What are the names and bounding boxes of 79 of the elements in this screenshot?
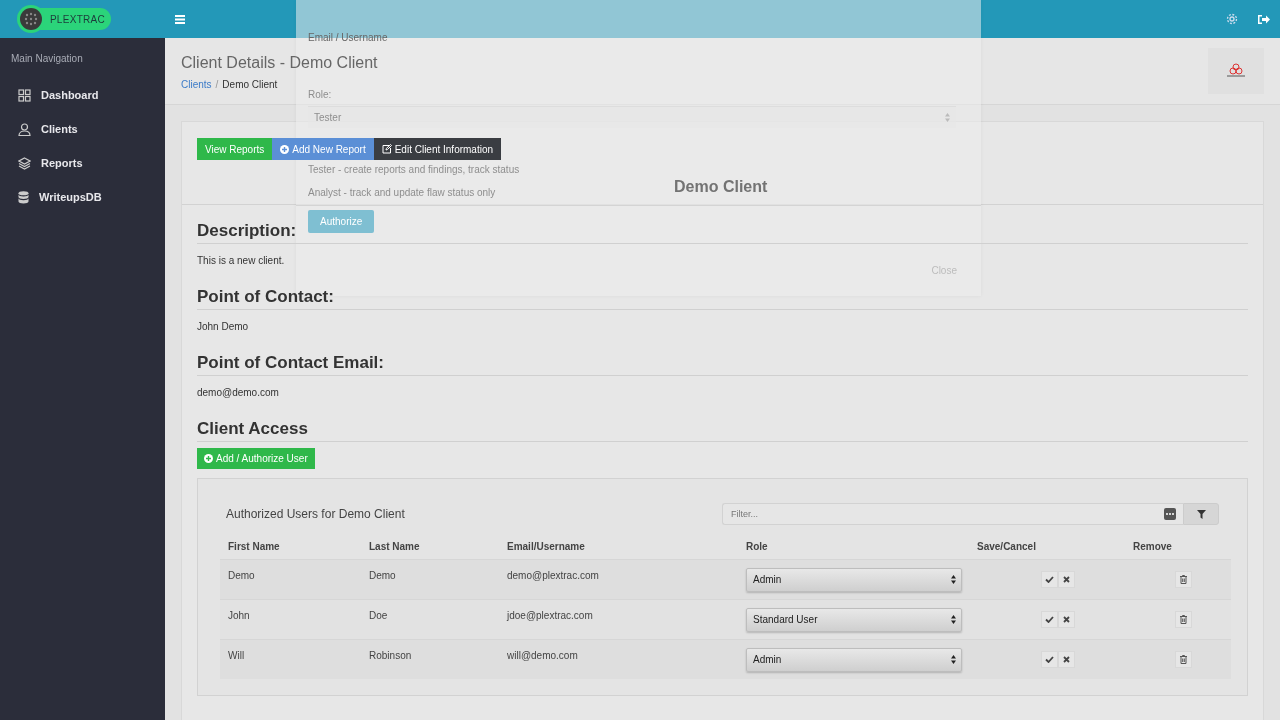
field-label: Email / Username <box>308 32 388 43</box>
trash-icon <box>1180 655 1187 664</box>
database-icon <box>18 190 29 204</box>
sort-icon <box>951 655 956 664</box>
role-description: Tester - create reports and findings, track status <box>308 164 520 175</box>
role-select[interactable]: Admin <box>746 567 962 592</box>
role-description: Analyst - track and update flaw status only <box>308 187 496 198</box>
nav-item[interactable]: Reports <box>0 146 165 180</box>
close-icon <box>1063 616 1070 623</box>
breadcrumb-link[interactable]: Clients <box>181 79 212 90</box>
more-icon[interactable] <box>1164 508 1176 520</box>
sort-icon <box>945 113 950 122</box>
section-text: This is a new client. <box>197 255 285 266</box>
cancel-button[interactable] <box>1058 611 1075 628</box>
table-cell-text: Robinson <box>368 650 413 663</box>
close-icon <box>1063 576 1070 583</box>
plus-circle-icon <box>204 454 213 463</box>
column-header: Remove <box>1132 540 1173 552</box>
remove-button[interactable] <box>1175 571 1192 588</box>
sort-icon <box>951 615 956 624</box>
column-header: Role <box>745 540 769 552</box>
filter-field[interactable]: Filter... <box>722 503 1183 525</box>
section-heading: Client Access <box>197 419 308 439</box>
cancel-button[interactable] <box>1058 571 1075 588</box>
nav-item[interactable]: Dashboard <box>0 78 165 112</box>
brand-name: PLEXTRAC <box>49 13 106 25</box>
panel-title: Authorized Users for Demo Client <box>226 507 405 521</box>
filter-icon <box>1196 509 1206 519</box>
table-cell-text: Doe <box>368 610 389 623</box>
edit-icon <box>381 144 392 154</box>
column-header: Last Name <box>368 540 421 552</box>
nav-item[interactable]: WriteupsDB <box>0 180 165 214</box>
nav-item[interactable]: Clients <box>0 112 165 146</box>
table-cell-text: jdoe@plextrac.com <box>505 610 594 623</box>
check-icon <box>1045 656 1054 663</box>
trash-icon <box>1180 615 1187 624</box>
save-button[interactable] <box>1041 571 1058 588</box>
modal-heading: Demo Client <box>674 178 768 196</box>
logout-icon[interactable] <box>1258 13 1270 25</box>
sort-icon <box>951 575 956 584</box>
table-cell-text: John <box>227 610 251 623</box>
page-title: Client Details - Demo Client <box>181 54 378 72</box>
save-button[interactable] <box>1041 611 1058 628</box>
close-icon <box>1063 656 1070 663</box>
table-cell-text: demo@plextrac.com <box>506 570 600 583</box>
column-header: First Name <box>227 540 281 552</box>
trash-icon <box>1180 575 1187 584</box>
section-text: John Demo <box>197 321 249 332</box>
table-cell-text: Demo <box>227 570 256 583</box>
role-select[interactable]: Admin <box>746 647 962 672</box>
section-text: demo@demo.com <box>197 387 279 398</box>
save-button[interactable] <box>1041 651 1058 668</box>
check-icon <box>1045 616 1054 623</box>
plus-circle-icon <box>280 144 290 154</box>
remove-button[interactable] <box>1175 651 1192 668</box>
column-header: Save/Cancel <box>976 540 1037 552</box>
breadcrumb-separator: / <box>215 79 219 90</box>
menu-icon[interactable] <box>175 14 185 24</box>
filter-button[interactable] <box>1183 503 1219 525</box>
section-heading: Point of Contact Email: <box>197 353 384 373</box>
brand-logo[interactable]: PLEXTRAC <box>17 8 112 30</box>
grid-icon <box>18 88 31 102</box>
circles-icon <box>1225 63 1247 79</box>
remove-button[interactable] <box>1175 611 1192 628</box>
layers-icon <box>18 156 31 170</box>
nav-heading: Main Navigation <box>10 53 84 64</box>
check-icon <box>1045 576 1054 583</box>
column-header: Email/Username <box>506 540 586 552</box>
cancel-button[interactable] <box>1058 651 1075 668</box>
table-cell-text: Will <box>227 650 246 663</box>
section-heading: Description: <box>197 221 297 241</box>
user-icon <box>18 122 31 136</box>
action-button[interactable]: Edit Client Information <box>373 138 502 160</box>
breadcrumb-current: Demo Client <box>222 79 278 90</box>
section-heading: Point of Contact: <box>197 287 334 307</box>
field-label: Role: <box>308 89 333 100</box>
role-select[interactable]: Standard User <box>746 607 962 632</box>
table-cell-text: will@demo.com <box>506 650 579 663</box>
table-cell-text: Demo <box>368 570 397 583</box>
